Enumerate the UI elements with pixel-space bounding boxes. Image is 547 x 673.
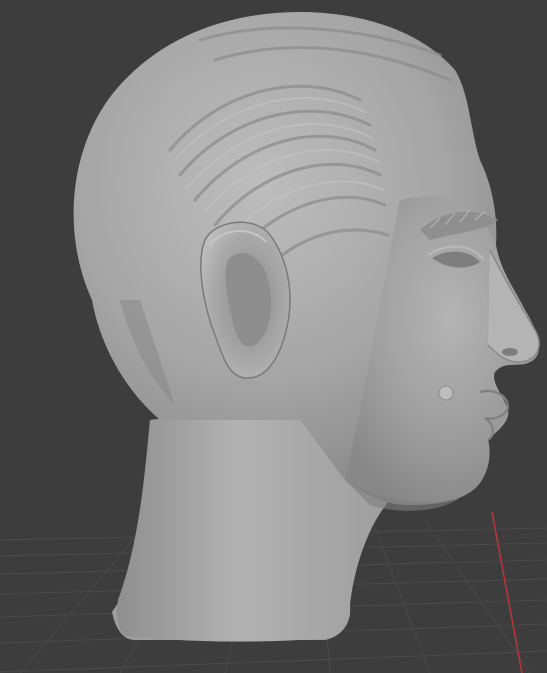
x-axis-line xyxy=(491,511,523,673)
3d-viewport[interactable] xyxy=(0,0,547,673)
nostril xyxy=(502,348,518,356)
nose xyxy=(487,249,540,363)
cheek-mole xyxy=(438,385,454,401)
viewport-canvas[interactable] xyxy=(0,0,547,673)
